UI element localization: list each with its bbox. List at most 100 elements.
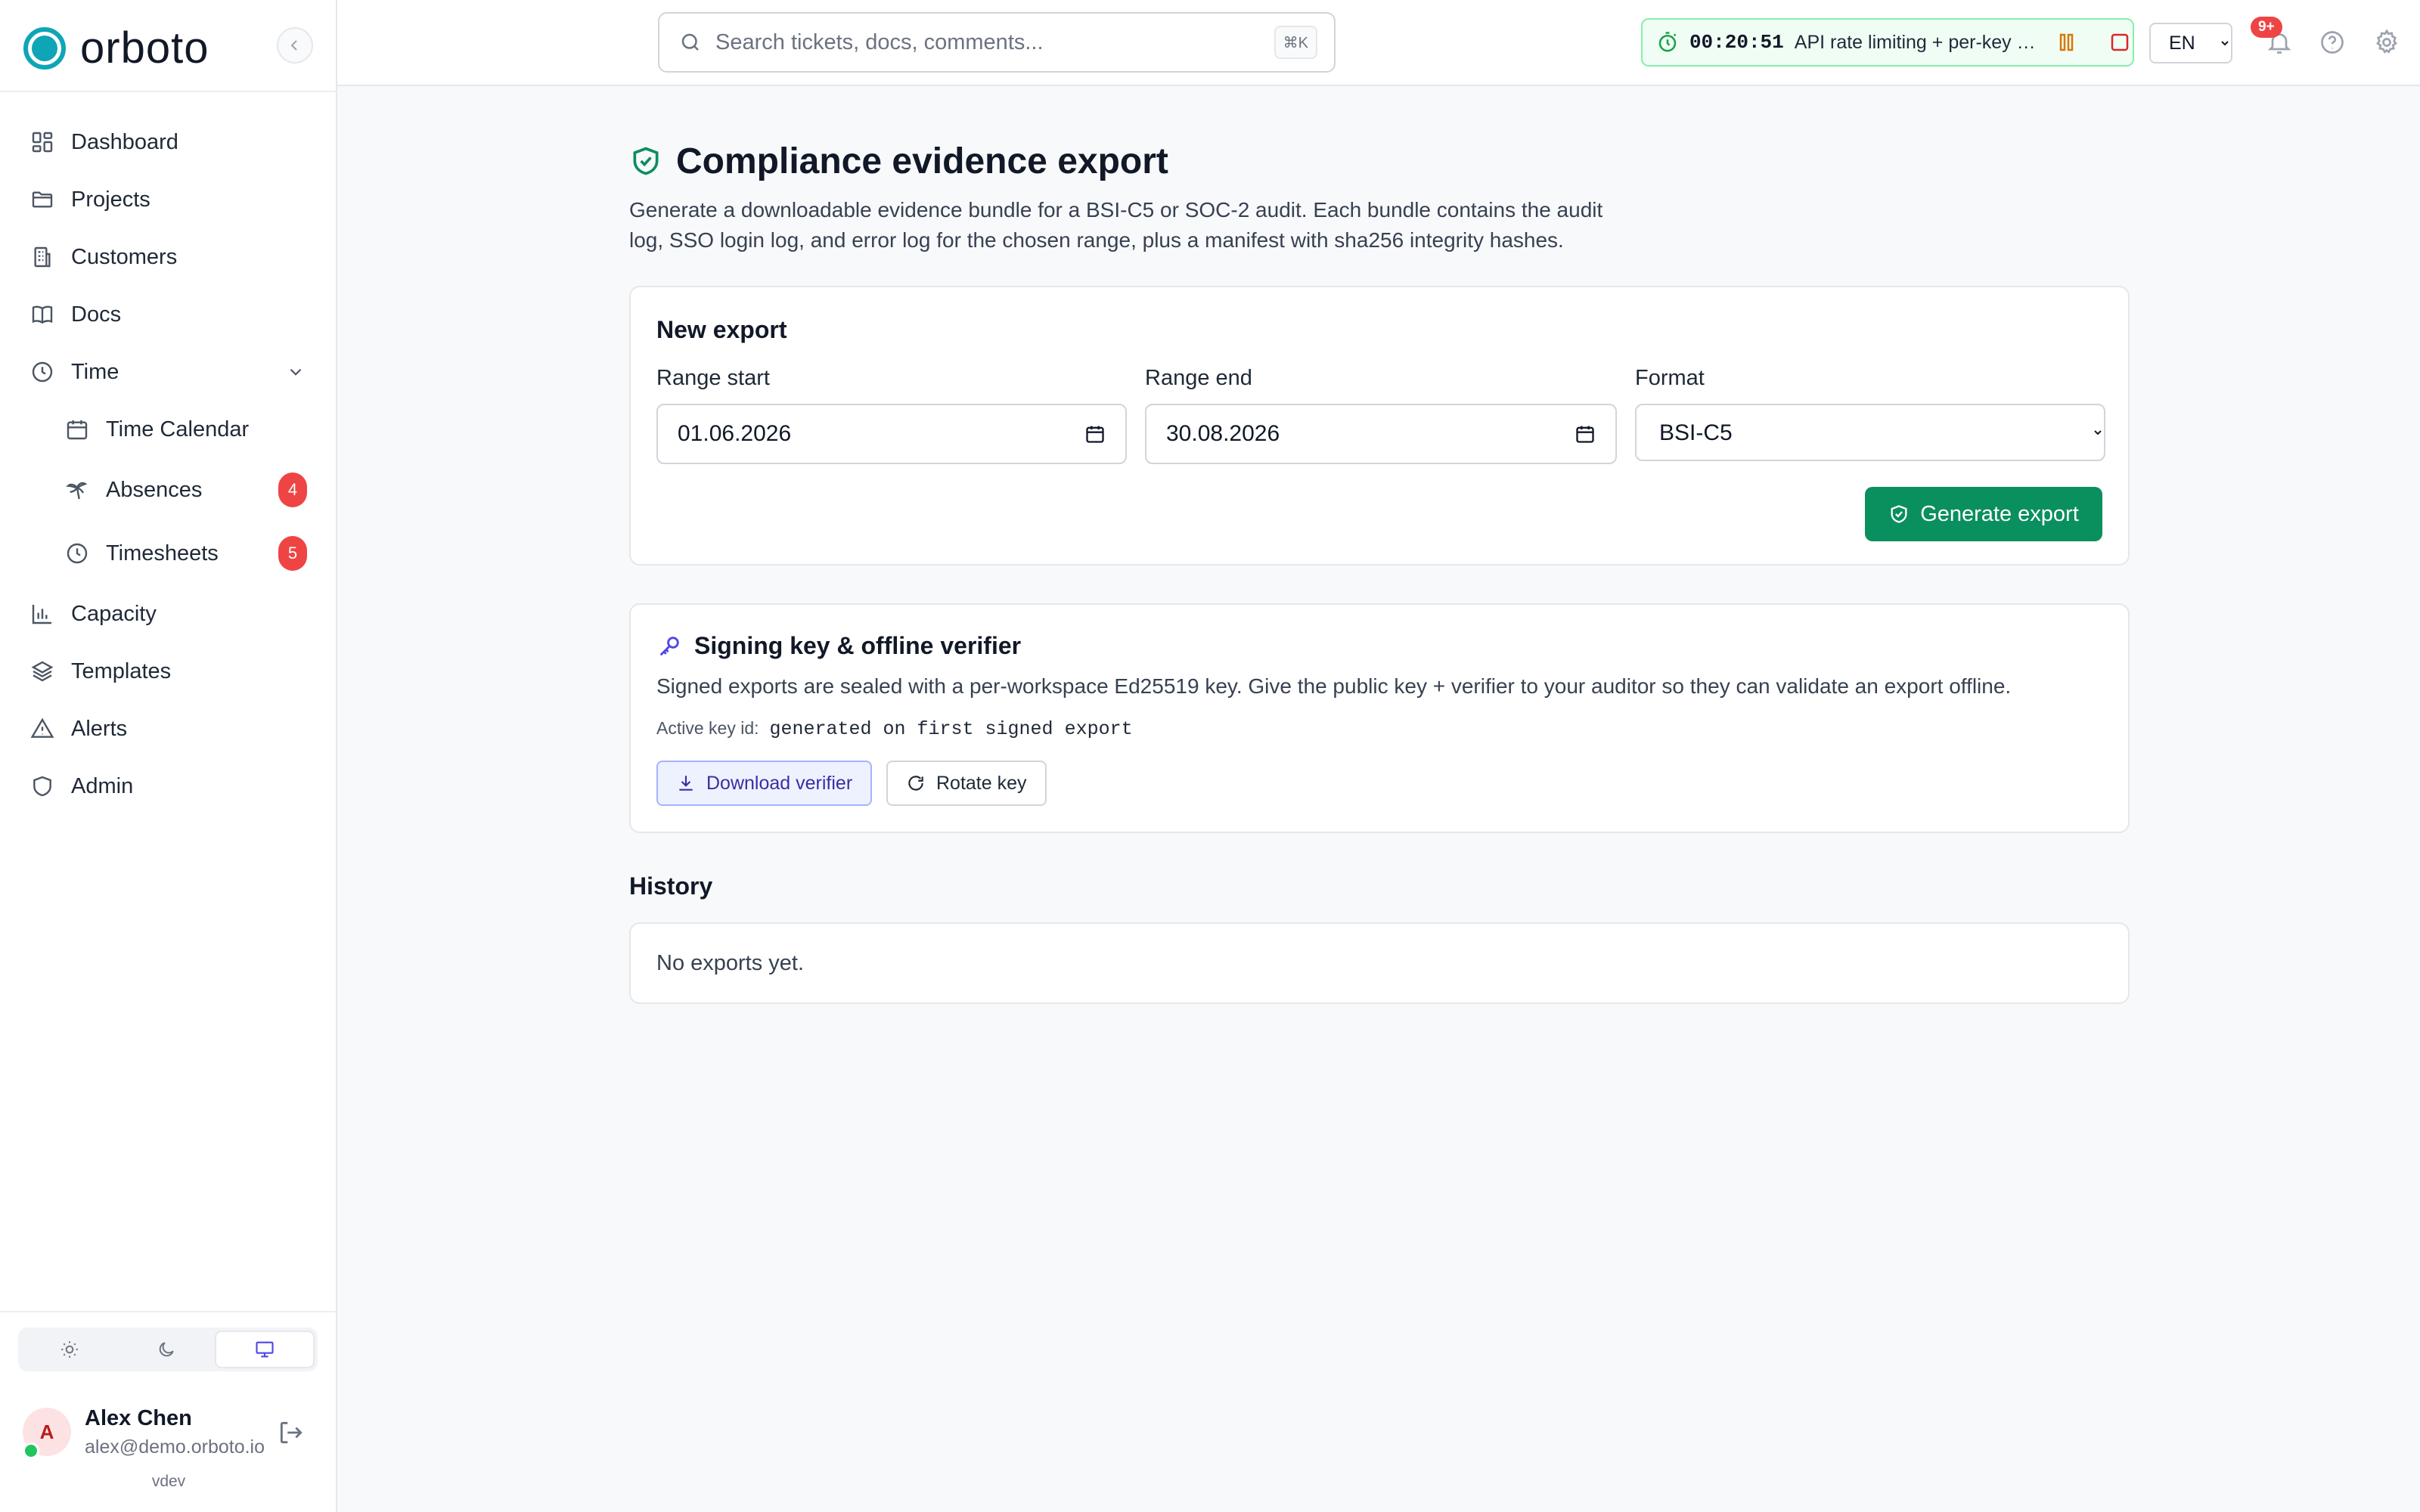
sidebar-item-dashboard[interactable]: Dashboard xyxy=(0,113,337,171)
download-icon xyxy=(679,776,693,791)
main-content: Compliance evidence export Generate a do… xyxy=(629,136,2130,1004)
sidebar-item-customers[interactable]: Customers xyxy=(0,228,337,286)
theme-switcher xyxy=(18,1328,318,1371)
monitor-icon xyxy=(256,1341,274,1358)
range-start-input[interactable]: 01.06.2026 xyxy=(656,404,1127,464)
global-search[interactable]: ⌘K xyxy=(658,12,1336,73)
help-icon[interactable] xyxy=(2319,29,2346,56)
download-verifier-button[interactable]: Download verifier xyxy=(656,761,873,806)
sidebar-item-label: Dashboard xyxy=(71,129,178,154)
sidebar-item-time[interactable]: Time xyxy=(0,343,337,401)
brand[interactable]: orboto xyxy=(23,23,209,73)
signing-key-title: Signing key & offline verifier xyxy=(694,632,1022,659)
rotate-key-label: Rotate key xyxy=(936,772,1027,794)
sidebar-item-label: Time Calendar xyxy=(106,417,250,442)
sidebar-item-absences[interactable]: Absences 4 xyxy=(0,461,337,519)
sidebar-item-label: Customers xyxy=(71,244,178,269)
sidebar-item-docs[interactable]: Docs xyxy=(0,286,337,343)
calendar-icon[interactable] xyxy=(1575,423,1596,445)
layers-icon xyxy=(31,661,54,682)
page-description: Generate a downloadable evidence bundle … xyxy=(629,198,1603,252)
sidebar: orboto Dashboard Projects Customers Docs… xyxy=(0,0,337,1512)
dashboard-icon xyxy=(32,132,53,153)
absences-count-badge: 4 xyxy=(278,472,307,507)
clock-icon xyxy=(32,361,53,383)
format-label: Format xyxy=(1635,366,1705,390)
search-shortcut-hint: ⌘K xyxy=(1274,26,1317,59)
history-empty-state: No exports yet. xyxy=(656,951,805,975)
key-id-value: generated on first signed export xyxy=(769,718,1133,740)
sidebar-item-capacity[interactable]: Capacity xyxy=(0,585,337,643)
palm-tree-icon xyxy=(66,482,88,500)
calendar-icon xyxy=(67,420,88,440)
collapse-sidebar-button[interactable] xyxy=(277,27,313,64)
active-key-id: Active key id: generated on first signed… xyxy=(656,718,1133,740)
sidebar-item-label: Projects xyxy=(71,187,150,212)
book-icon xyxy=(32,305,53,324)
sidebar-item-label: Templates xyxy=(71,658,172,683)
timer-task-name: API rate limiting + per-key quotas xyxy=(1794,31,2043,53)
brand-name: orboto xyxy=(80,23,209,73)
pause-timer-button[interactable] xyxy=(2054,29,2080,55)
sidebar-item-alerts[interactable]: Alerts xyxy=(0,700,337,758)
format-select[interactable]: BSI-C5 xyxy=(1635,404,2105,461)
online-status-indicator xyxy=(23,1442,39,1459)
chevron-down-icon xyxy=(290,368,302,376)
rotate-icon xyxy=(908,776,923,791)
range-end-input[interactable]: 30.08.2026 xyxy=(1145,404,1617,464)
top-bar: ⌘K 00:20:51 API rate limiting + per-key … xyxy=(337,0,2420,86)
key-icon xyxy=(659,636,679,655)
sidebar-item-label: Capacity xyxy=(71,601,157,626)
sidebar-item-projects[interactable]: Projects xyxy=(0,171,337,228)
new-export-title: New export xyxy=(656,316,787,343)
search-icon xyxy=(681,33,699,51)
timer-elapsed: 00:20:51 xyxy=(1689,31,1784,54)
active-timer[interactable]: 00:20:51 API rate limiting + per-key quo… xyxy=(1641,18,2134,67)
theme-system-button[interactable] xyxy=(215,1331,315,1368)
clock-icon xyxy=(67,543,88,564)
warning-icon xyxy=(30,717,54,738)
generate-export-label: Generate export xyxy=(1920,501,2079,526)
generate-export-button[interactable]: Generate export xyxy=(1865,487,2102,541)
new-export-card: New export Range start 01.06.2026 Range … xyxy=(629,286,2130,565)
logout-icon[interactable] xyxy=(277,1418,306,1447)
history-title: History xyxy=(629,872,713,900)
sidebar-item-label: Timesheets xyxy=(106,541,219,565)
gear-icon[interactable] xyxy=(2373,29,2400,56)
sidebar-divider xyxy=(0,1311,337,1312)
timesheets-count-badge: 5 xyxy=(278,536,307,571)
theme-light-button[interactable] xyxy=(21,1331,118,1368)
user-profile: A Alex Chen alex@demo.orboto.io xyxy=(23,1403,318,1464)
sidebar-divider xyxy=(0,91,337,92)
search-input[interactable] xyxy=(715,29,1245,55)
shield-check-icon xyxy=(1891,505,1907,523)
theme-dark-button[interactable] xyxy=(118,1331,215,1368)
stop-timer-button[interactable] xyxy=(2107,29,2133,55)
page-header: Compliance evidence export xyxy=(629,136,2130,186)
language-select[interactable]: EN xyxy=(2149,23,2232,64)
sidebar-item-timesheets[interactable]: Timesheets 5 xyxy=(0,525,337,582)
range-start-label: Range start xyxy=(656,366,770,390)
key-id-label: Active key id: xyxy=(656,718,759,738)
stopwatch-icon xyxy=(1658,32,1677,52)
folder-icon xyxy=(32,191,53,208)
notification-count-badge: 9+ xyxy=(2251,17,2282,38)
app-version: vdev xyxy=(151,1473,186,1490)
user-name: Alex Chen xyxy=(85,1406,192,1430)
shield-icon xyxy=(33,776,51,797)
sidebar-item-templates[interactable]: Templates xyxy=(0,643,337,700)
sidebar-item-label: Admin xyxy=(71,773,134,798)
signing-key-card: Signing key & offline verifier Signed ex… xyxy=(629,603,2130,833)
sun-icon xyxy=(61,1341,78,1358)
rotate-key-button[interactable]: Rotate key xyxy=(886,761,1047,806)
download-verifier-label: Download verifier xyxy=(706,772,853,794)
signing-key-description: Signed exports are sealed with a per-wor… xyxy=(656,674,2012,698)
range-end-label: Range end xyxy=(1145,366,1252,390)
sidebar-item-time-calendar[interactable]: Time Calendar xyxy=(0,401,337,458)
chevron-left-icon xyxy=(290,40,297,51)
sidebar-item-label: Absences xyxy=(106,477,203,502)
sidebar-item-admin[interactable]: Admin xyxy=(0,758,337,815)
user-email: alex@demo.orboto.io xyxy=(85,1436,265,1458)
calendar-icon[interactable] xyxy=(1084,423,1106,445)
history-card: No exports yet. xyxy=(629,922,2130,1004)
